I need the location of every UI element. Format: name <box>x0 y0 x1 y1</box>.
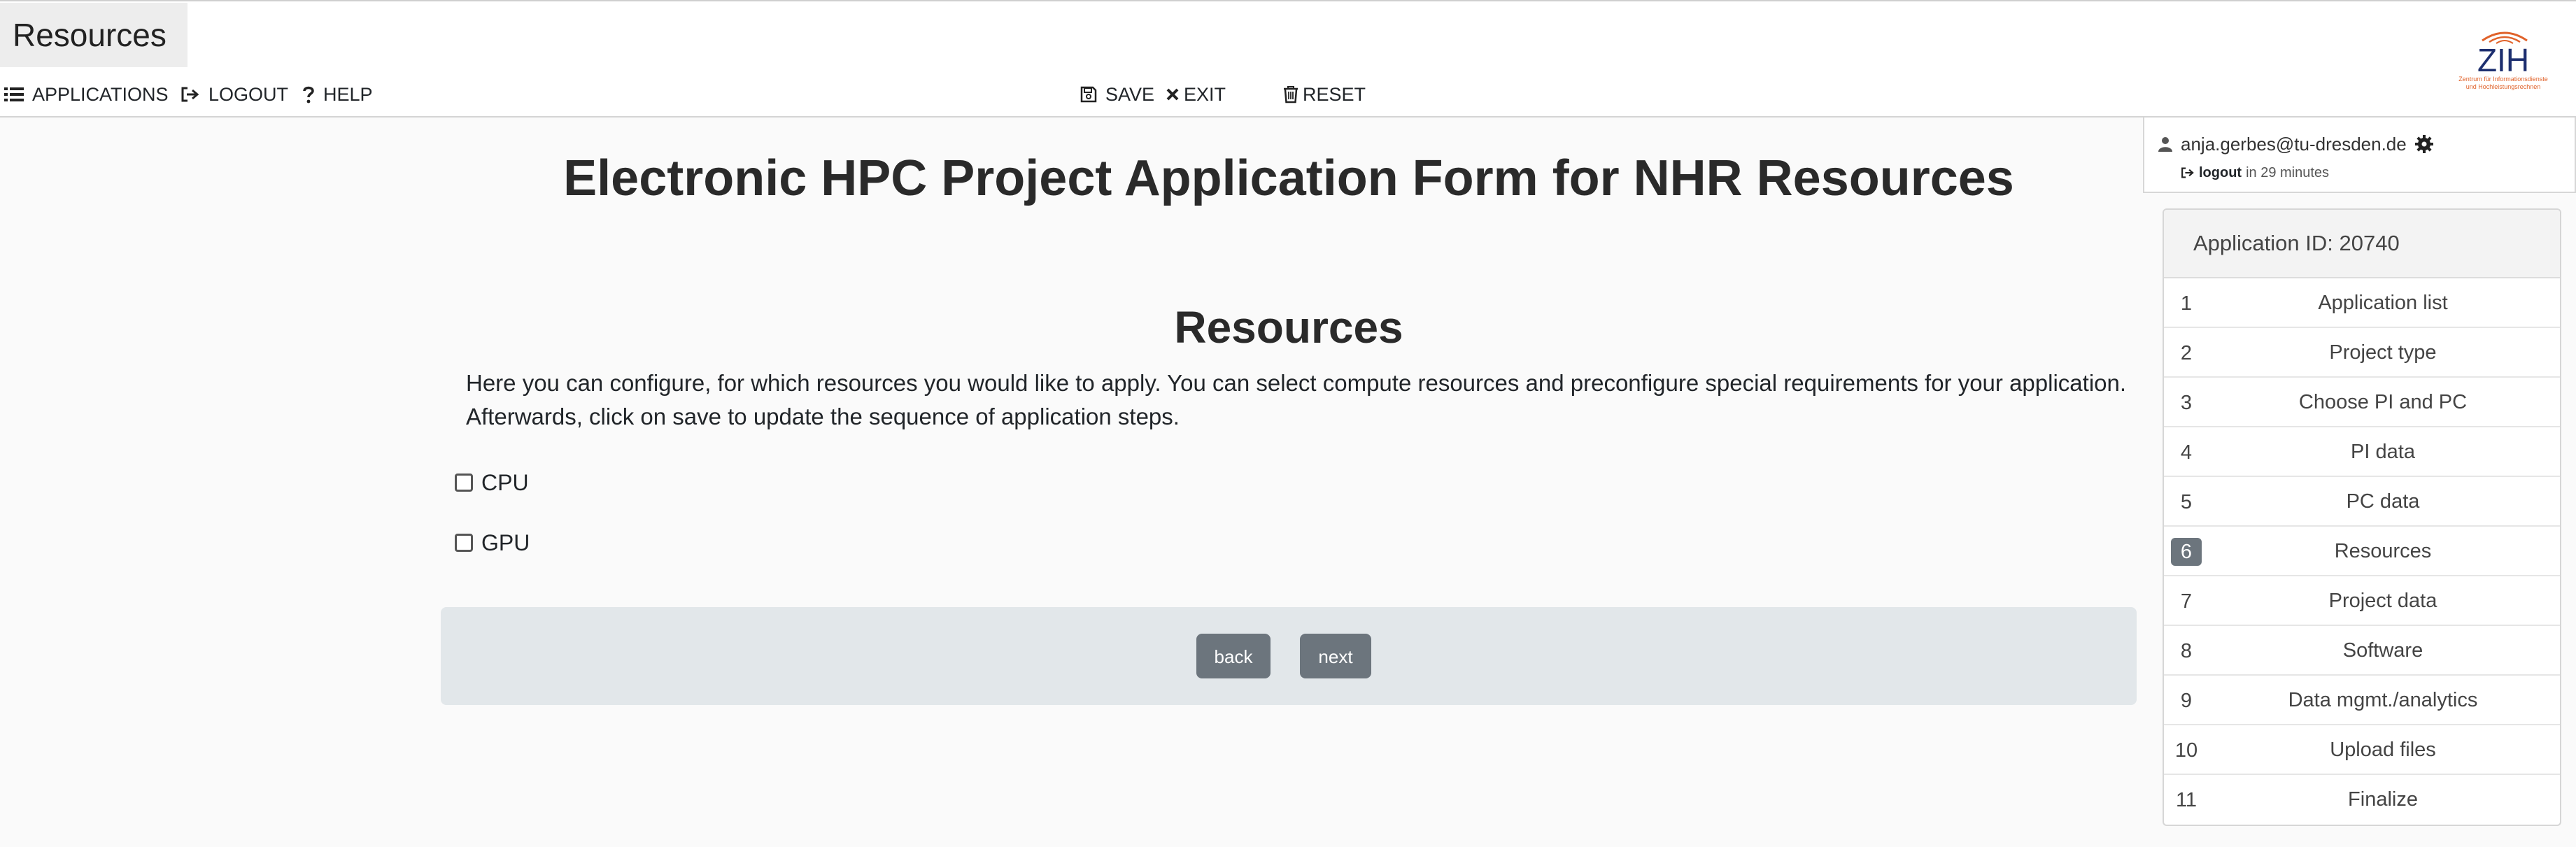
step-label: Upload files <box>2330 739 2436 761</box>
step-label: Choose PI and PC <box>2298 391 2468 413</box>
step-number: 4 <box>2180 441 2193 464</box>
exit-button[interactable]: EXIT <box>1166 78 1226 111</box>
gear-icon[interactable] <box>2414 135 2433 153</box>
step-label: Resources <box>2334 540 2432 562</box>
step-item-5[interactable]: 5 PC data <box>2164 477 2560 527</box>
zih-logo: ZIH Zentrum für Informationsdienste und … <box>2458 31 2548 90</box>
application-steps-card: Application ID: 20740 1 Application list 2… <box>2163 208 2561 826</box>
session-timer: in 29 minutes <box>2246 164 2330 180</box>
sign-out-icon <box>2181 167 2194 178</box>
user-email: anja.gerbes@tu-dresden.de <box>2181 133 2407 155</box>
step-number: 11 <box>2175 789 2198 811</box>
step-number: 9 <box>2180 690 2193 712</box>
section-title: Resources <box>1174 302 1403 353</box>
save-label: SAVE <box>1105 84 1155 105</box>
logout-button[interactable]: LOGOUT <box>181 78 288 111</box>
cpu-option: CPU <box>455 469 529 497</box>
gpu-label[interactable]: GPU <box>481 530 530 556</box>
step-item-2[interactable]: 2 Project type <box>2164 328 2560 378</box>
cpu-checkbox[interactable] <box>455 474 473 492</box>
step-label: PI data <box>2351 441 2415 463</box>
section-description: Here you can configure, for which resour… <box>466 370 2127 429</box>
step-number: 6 <box>2171 538 2202 566</box>
reset-button[interactable]: RESET <box>1283 78 1366 111</box>
step-item-3[interactable]: 3 Choose PI and PC <box>2164 378 2560 427</box>
user-icon <box>2158 137 2172 152</box>
logo-subtitle-1: Zentrum für Informationsdienste <box>2458 76 2548 83</box>
step-number: 2 <box>2180 342 2193 364</box>
top-header: Resources APPLICATIONS LOGOUT HELP SAVE <box>0 0 2576 118</box>
application-id-header: Application ID: 20740 <box>2164 210 2560 278</box>
step-item-8[interactable]: 8 Software <box>2164 626 2560 676</box>
exit-label: EXIT <box>1184 84 1226 105</box>
step-item-6[interactable]: 6 Resources <box>2164 527 2560 576</box>
page-tab-title: Resources <box>0 3 187 67</box>
step-number: 5 <box>2180 491 2193 513</box>
close-icon <box>1166 88 1179 101</box>
trash-icon <box>1284 86 1298 104</box>
session-row: logout in 29 minutes <box>2181 162 2329 183</box>
step-label: Project data <box>2328 590 2437 612</box>
step-item-11[interactable]: 11 Finalize <box>2164 775 2560 825</box>
page-title: Electronic HPC Project Application Form … <box>563 150 2014 206</box>
step-item-7[interactable]: 7 Project data <box>2164 576 2560 626</box>
steps-list: 1 Application list 2 Project type 3 Choose PI… <box>2164 278 2560 825</box>
list-icon <box>4 87 24 101</box>
step-number: 7 <box>2180 590 2193 613</box>
floppy-disk-icon <box>1080 86 1097 103</box>
step-number: 8 <box>2180 640 2193 662</box>
logo-subtitle-2: und Hochleistungsrechnen <box>2466 83 2541 90</box>
logo-text: ZIH <box>2477 42 2529 78</box>
applications-button[interactable]: APPLICATIONS <box>4 78 169 111</box>
gpu-option: GPU <box>455 529 530 557</box>
navigation-panel: back next <box>441 607 2137 705</box>
step-item-4[interactable]: 4 PI data <box>2164 427 2560 477</box>
save-button[interactable]: SAVE <box>1080 78 1154 111</box>
step-item-10[interactable]: 10 Upload files <box>2164 725 2560 775</box>
step-number: 3 <box>2180 392 2193 414</box>
step-item-9[interactable]: 9 Data mgmt./analytics <box>2164 676 2560 725</box>
step-label: Data mgmt./analytics <box>2288 689 2478 711</box>
step-label: Project type <box>2329 341 2437 364</box>
step-item-1[interactable]: 1 Application list <box>2164 278 2560 328</box>
step-label: Software <box>2342 639 2423 662</box>
question-icon <box>303 86 314 104</box>
help-label: HELP <box>323 84 373 105</box>
user-session-box: anja.gerbes@tu-dresden.de logout in 29 m… <box>2143 118 2576 193</box>
sign-out-icon <box>181 87 199 102</box>
step-label: Finalize <box>2348 788 2418 811</box>
applications-label: APPLICATIONS <box>32 84 169 105</box>
step-number: 1 <box>2180 292 2193 315</box>
back-button[interactable]: back <box>1196 634 1271 678</box>
session-logout-link[interactable]: logout <box>2199 165 2242 181</box>
gpu-checkbox[interactable] <box>455 534 473 552</box>
next-button[interactable]: next <box>1300 634 1371 678</box>
step-label: Application list <box>2318 292 2448 314</box>
help-button[interactable]: HELP <box>302 78 373 111</box>
logout-label: LOGOUT <box>208 84 289 105</box>
step-number: 10 <box>2174 739 2198 762</box>
cpu-label[interactable]: CPU <box>481 470 529 496</box>
reset-label: RESET <box>1303 84 1366 105</box>
user-row: anja.gerbes@tu-dresden.de <box>2158 130 2442 158</box>
step-label: PC data <box>2346 490 2420 513</box>
